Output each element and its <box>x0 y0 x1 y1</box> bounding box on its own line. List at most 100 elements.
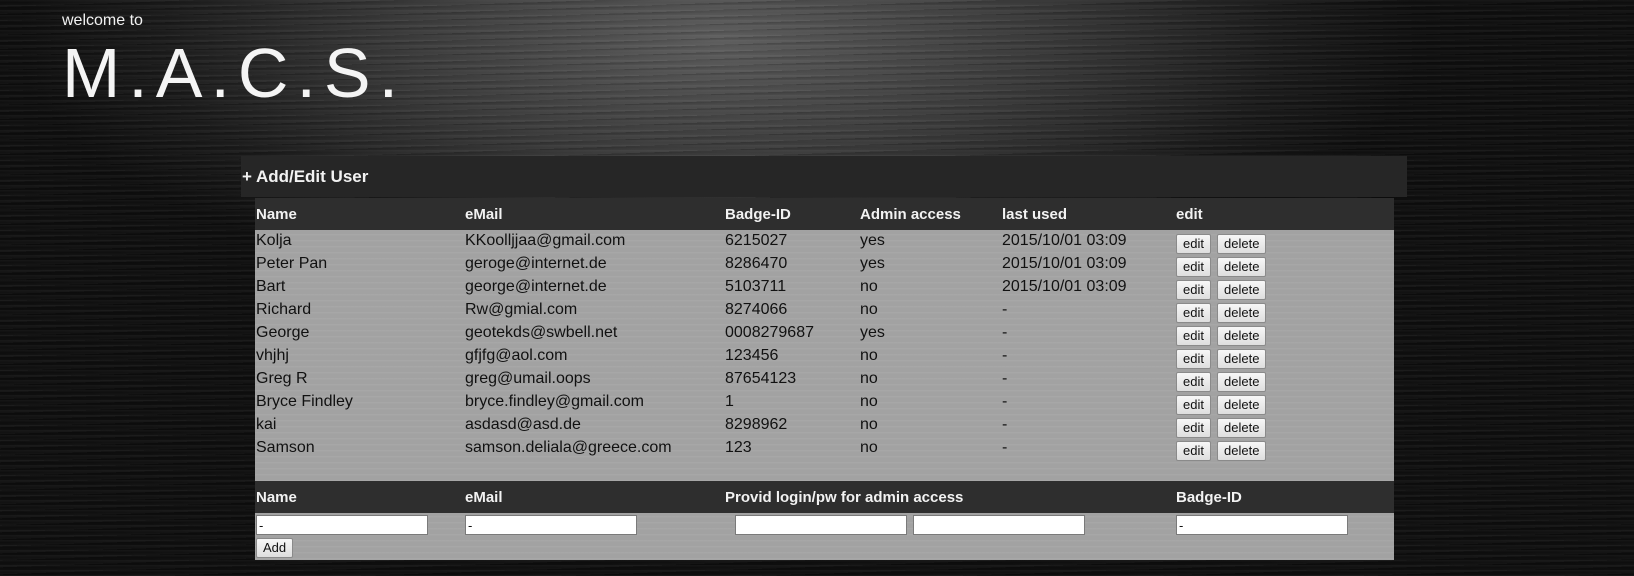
cell-badge-id: 123456 <box>725 347 779 364</box>
edit-user-button[interactable]: edit <box>1176 280 1211 300</box>
edit-user-button[interactable]: edit <box>1176 234 1211 254</box>
cell-admin-access: no <box>860 439 878 456</box>
delete-user-button[interactable]: delete <box>1217 280 1267 300</box>
cell-badge-id: 123 <box>725 439 752 456</box>
table-row: Bryce Findley bryce.findley@gmail.com 1 no -… <box>255 392 1394 415</box>
table-row: George geotekds@swbell.net 0008279687 yes - e… <box>255 323 1394 346</box>
table-row: Richard Rw@gmial.com 8274066 no - edit delete <box>255 300 1394 323</box>
table-row: Greg R greg@umail.oops 87654123 no - edit dele… <box>255 369 1394 392</box>
cell-last-used: 2015/10/01 03:09 <box>1002 255 1127 272</box>
cell-admin-access: yes <box>860 232 885 249</box>
cell-email: samson.deliala@greece.com <box>465 439 672 456</box>
delete-user-button[interactable]: delete <box>1217 372 1267 392</box>
cell-last-used: - <box>1002 416 1008 433</box>
cell-last-used: 2015/10/01 03:09 <box>1002 278 1127 295</box>
cell-admin-access: no <box>860 393 878 410</box>
cell-admin-access: yes <box>860 324 885 341</box>
table-row: Peter Pan geroge@internet.de 8286470 yes 201… <box>255 254 1394 277</box>
table-row: Samson samson.deliala@greece.com 123 no - edi… <box>255 438 1394 461</box>
cell-name: kai <box>256 416 277 433</box>
cell-badge-id: 5103711 <box>725 278 787 295</box>
edit-user-button[interactable]: edit <box>1176 257 1211 277</box>
cell-email: KKoolljjaa@gmail.com <box>465 232 626 249</box>
column-header-email: eMail <box>465 206 503 223</box>
column-header-name: Name <box>256 206 297 223</box>
edit-user-button[interactable]: edit <box>1176 303 1211 323</box>
delete-user-button[interactable]: delete <box>1217 326 1267 346</box>
cell-email: geroge@internet.de <box>465 255 607 272</box>
cell-email: george@internet.de <box>465 278 607 295</box>
new-user-email-input[interactable] <box>465 515 637 535</box>
table-row: kai asdasd@asd.de 8298962 no - edit delete <box>255 415 1394 438</box>
cell-name: Bryce Findley <box>256 393 353 410</box>
welcome-text: welcome to <box>62 12 143 29</box>
cell-badge-id: 8286470 <box>725 255 788 272</box>
cell-name: Bart <box>256 278 286 295</box>
cell-badge-id: 8298962 <box>725 416 788 433</box>
cell-badge-id: 1 <box>725 393 734 410</box>
add-user-form-header: Name eMail Provid login/pw for admin acc… <box>255 481 1394 513</box>
cell-email: gfjfg@aol.com <box>465 347 568 364</box>
cell-email: Rw@gmial.com <box>465 301 578 318</box>
cell-name: Samson <box>256 439 315 456</box>
cell-name: Greg R <box>256 370 308 387</box>
users-table: Name eMail Badge-ID Admin access last us… <box>255 198 1394 560</box>
edit-user-button[interactable]: edit <box>1176 395 1211 415</box>
add-edit-user-toggle[interactable]: + Add/Edit User <box>241 156 1407 197</box>
cell-last-used: - <box>1002 370 1008 387</box>
column-header-edit: edit <box>1176 206 1203 223</box>
column-header-last-used: last used <box>1002 206 1068 223</box>
add-user-button[interactable]: Add <box>256 538 294 558</box>
cell-admin-access: no <box>860 416 878 433</box>
edit-user-button[interactable]: edit <box>1176 326 1211 346</box>
table-row: Bart george@internet.de 5103711 no 2015/10/0… <box>255 277 1394 300</box>
cell-admin-access: no <box>860 370 878 387</box>
edit-user-button[interactable]: edit <box>1176 441 1211 461</box>
form-header-email: eMail <box>465 489 503 506</box>
cell-email: geotekds@swbell.net <box>465 324 618 341</box>
form-header-name: Name <box>256 489 297 506</box>
cell-last-used: - <box>1002 439 1008 456</box>
delete-user-button[interactable]: delete <box>1217 441 1267 461</box>
cell-last-used: 2015/10/01 03:09 <box>1002 232 1127 249</box>
cell-admin-access: no <box>860 278 878 295</box>
new-user-name-input[interactable] <box>256 515 428 535</box>
delete-user-button[interactable]: delete <box>1217 349 1267 369</box>
cell-name: George <box>256 324 310 341</box>
cell-badge-id: 0008279687 <box>725 324 814 341</box>
edit-user-button[interactable]: edit <box>1176 418 1211 438</box>
cell-badge-id: 87654123 <box>725 370 797 387</box>
cell-badge-id: 6215027 <box>725 232 788 249</box>
table-row: Kolja KKoolljjaa@gmail.com 6215027 yes 2015/… <box>255 231 1394 254</box>
cell-name: Kolja <box>256 232 292 249</box>
form-header-admin-login: Provid login/pw for admin access <box>725 489 964 506</box>
delete-user-button[interactable]: delete <box>1217 234 1267 254</box>
cell-admin-access: no <box>860 301 878 318</box>
cell-admin-access: no <box>860 347 878 364</box>
column-header-admin-access: Admin access <box>860 206 961 223</box>
cell-badge-id: 8274066 <box>725 301 788 318</box>
delete-user-button[interactable]: delete <box>1217 303 1267 323</box>
form-header-badge-id: Badge-ID <box>1176 489 1242 506</box>
new-user-badge-input[interactable] <box>1176 515 1348 535</box>
admin-login-input[interactable] <box>735 515 907 535</box>
admin-password-input[interactable] <box>913 515 1085 535</box>
delete-user-button[interactable]: delete <box>1217 395 1267 415</box>
panel-title: Add/Edit User <box>255 167 369 186</box>
cell-last-used: - <box>1002 324 1008 341</box>
cell-name: vhjhj <box>256 347 289 364</box>
cell-last-used: - <box>1002 393 1008 410</box>
cell-admin-access: yes <box>860 255 885 272</box>
cell-email: bryce.findley@gmail.com <box>465 393 644 410</box>
cell-last-used: - <box>1002 347 1008 364</box>
delete-user-button[interactable]: delete <box>1217 257 1267 277</box>
edit-user-button[interactable]: edit <box>1176 349 1211 369</box>
users-table-header: Name eMail Badge-ID Admin access last us… <box>255 198 1394 230</box>
edit-user-button[interactable]: edit <box>1176 372 1211 392</box>
delete-user-button[interactable]: delete <box>1217 418 1267 438</box>
cell-email: asdasd@asd.de <box>465 416 581 433</box>
cell-name: Peter Pan <box>256 255 328 272</box>
cell-name: Richard <box>256 301 312 318</box>
app-logo: M.A.C.S. <box>62 34 407 112</box>
column-header-badge-id: Badge-ID <box>725 206 791 223</box>
